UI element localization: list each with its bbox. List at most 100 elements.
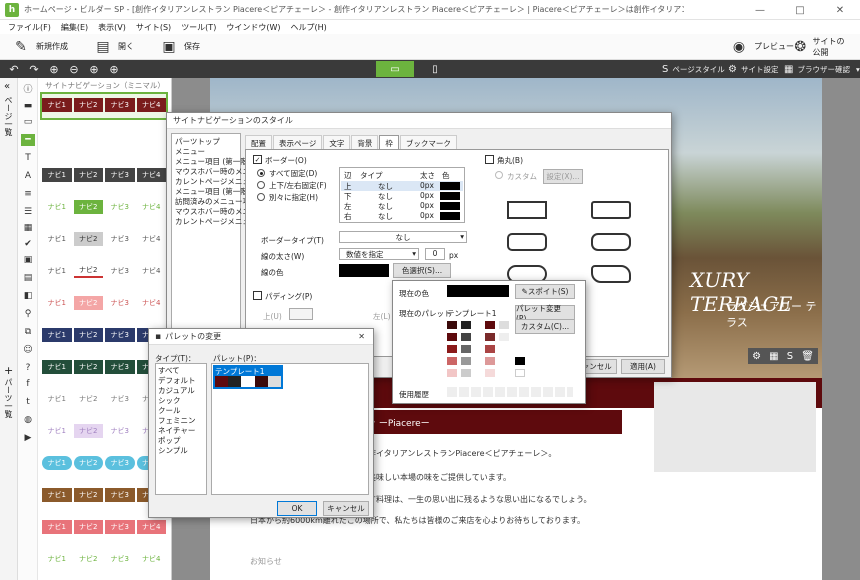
color-swatch[interactable]	[461, 369, 471, 377]
text-icon[interactable]: T	[21, 152, 35, 164]
nav-style-row[interactable]: ナビ1 ナビ2 ナビ3 ナビ4	[42, 296, 166, 310]
menu-view[interactable]: 表示(V)	[98, 22, 126, 33]
line-color-swatch[interactable]	[339, 264, 389, 277]
color-swatch[interactable]	[485, 333, 495, 341]
color-swatch[interactable]	[447, 321, 457, 329]
map-pin-icon[interactable]: ⚲	[21, 308, 35, 320]
color-swatch[interactable]	[499, 321, 509, 329]
list-icon[interactable]: ≡	[21, 188, 35, 200]
smartphone-view-button[interactable]: ▯	[416, 61, 454, 77]
line-icon[interactable]: ◍	[21, 414, 35, 426]
zoom-in-icon[interactable]: ⊕	[48, 63, 60, 76]
color-select-button[interactable]: 色選択(S)...	[393, 263, 451, 278]
corner-style-large[interactable]	[591, 233, 631, 251]
color-swatch[interactable]	[485, 369, 495, 377]
undo-icon[interactable]: ↶	[8, 63, 20, 76]
padding-checkbox[interactable]	[253, 291, 262, 300]
color-swatch[interactable]	[461, 345, 471, 353]
corner-style-small[interactable]	[591, 201, 631, 219]
corner-style-square[interactable]	[507, 201, 547, 219]
nav-style-row[interactable]: ナビ1 ナビ2 ナビ3 ナビ4	[42, 552, 166, 566]
nav-style-row[interactable]: ナビ1 ナビ2 ナビ3 ナビ4	[42, 520, 166, 534]
twitter-icon[interactable]: t	[21, 396, 35, 408]
menu-window[interactable]: ウインドウ(W)	[226, 22, 280, 33]
individual-radio[interactable]	[257, 193, 265, 201]
nav-style-row[interactable]: ナビ1 ナビ2 ナビ3 ナビ4	[42, 232, 166, 246]
ok-button[interactable]: OK	[277, 501, 317, 516]
nav-split-icon[interactable]: ▭	[21, 116, 35, 128]
change-palette-button[interactable]: パレット変更(P)...	[515, 304, 575, 323]
publish-button[interactable]: ❂ サイトの公開	[794, 36, 846, 58]
bullet-list-icon[interactable]: ☰	[21, 206, 35, 218]
menu-edit[interactable]: 編集(E)	[61, 22, 88, 33]
corner-style-medium[interactable]	[507, 233, 547, 251]
nav-bar-icon[interactable]: ▬	[21, 100, 35, 112]
facebook-icon[interactable]: f	[21, 378, 35, 390]
border-table[interactable]: 辺 タイプ 太さ 色 上 なし 0px 下 なし 0px 左 なし 0px 右 …	[339, 167, 465, 223]
color-swatch[interactable]	[447, 357, 457, 365]
youtube-icon[interactable]: ▶	[21, 432, 35, 444]
browser-check-button[interactable]: ▦ ブラウザー確認 ▾	[784, 60, 860, 78]
top-bottom-radio[interactable]	[257, 181, 265, 189]
color-swatch[interactable]	[515, 357, 525, 365]
image-gallery-icon[interactable]: ▤	[21, 272, 35, 284]
copy-icon[interactable]: ⧉	[21, 326, 35, 338]
history-swatches[interactable]	[447, 387, 573, 397]
trash-icon[interactable]: 🗑	[801, 351, 814, 362]
selected-palette[interactable]: テンプレート1	[213, 365, 283, 389]
custom-color-button[interactable]: カスタム(C)...	[515, 319, 575, 334]
preview-button[interactable]: ◉ プレビュー	[730, 39, 794, 55]
save-button[interactable]: ▣ 保存	[160, 39, 200, 55]
type-list[interactable]: すべて デフォルト カジュアル シック クール フェミニン ネイチャー ポップ …	[155, 363, 207, 495]
color-swatch[interactable]	[447, 369, 457, 377]
corner-settings-button[interactable]: 設定(X)...	[543, 169, 583, 184]
corner-style-mixed[interactable]	[591, 265, 631, 283]
menu-file[interactable]: ファイル(F)	[8, 22, 51, 33]
color-swatch[interactable]	[447, 333, 457, 341]
nav-style-row[interactable]: ナビ1 ナビ2 ナビ3 ナビ4	[42, 168, 166, 182]
ad-icon[interactable]: A	[21, 170, 35, 182]
pad-top-input[interactable]	[289, 308, 313, 320]
color-swatch[interactable]	[485, 357, 495, 365]
page-list-tab[interactable]: ページ一覧	[3, 96, 14, 136]
grid-icon[interactable]: ▦	[769, 351, 778, 362]
close-icon[interactable]: ✕	[358, 332, 365, 341]
border-checkbox[interactable]: ✓	[253, 155, 262, 164]
corner-checkbox[interactable]	[485, 155, 494, 164]
menu-site[interactable]: サイト(S)	[136, 22, 171, 33]
info-icon[interactable]: ⓘ	[21, 82, 35, 95]
border-type-select[interactable]: なし ▾	[339, 231, 467, 243]
collapse-icon[interactable]: «	[4, 81, 10, 92]
nav-style-row[interactable]: ナビ1 ナビ2 ナビ3 ナビ4	[42, 200, 166, 214]
gear-icon[interactable]: ⚙	[752, 351, 761, 362]
menu-tools[interactable]: ツール(T)	[181, 22, 216, 33]
new-button[interactable]: ✎ 新規作成	[12, 39, 68, 55]
zoom-reset-icon[interactable]: ⊕	[108, 63, 120, 76]
check-icon[interactable]: ✔	[21, 238, 35, 250]
line-width-stepper[interactable]: 0	[425, 248, 445, 260]
color-swatch[interactable]	[461, 357, 471, 365]
site-settings-button[interactable]: ⚙ サイト設定	[728, 60, 778, 78]
style-icon[interactable]: S	[787, 351, 793, 362]
nav-style-row[interactable]: ナビ1 ナビ2 ナビ3 ナビ4	[42, 264, 166, 278]
color-swatch[interactable]	[499, 333, 509, 341]
plus-icon[interactable]: +	[4, 364, 13, 377]
zoom-out-icon[interactable]: ⊖	[68, 63, 80, 76]
site-nav-icon[interactable]: ━	[21, 134, 35, 146]
slideshow-icon[interactable]: ◧	[21, 290, 35, 302]
nav-style-row[interactable]: ナビ1 ナビ2 ナビ3 ナビ4	[42, 98, 166, 112]
open-button[interactable]: ▤ 開く	[94, 39, 134, 55]
pc-view-button[interactable]: ▭	[376, 61, 414, 77]
minimize-button[interactable]: —	[740, 0, 780, 20]
color-swatch[interactable]	[447, 345, 457, 353]
parts-list-tab[interactable]: パーツ一覧	[3, 378, 14, 418]
eyedropper-button[interactable]: ✎ スポイト(S)	[515, 284, 575, 299]
color-swatch[interactable]	[515, 369, 525, 377]
menu-help[interactable]: ヘルプ(H)	[290, 22, 326, 33]
color-swatch[interactable]	[485, 345, 495, 353]
maximize-button[interactable]: □	[780, 0, 820, 20]
color-swatch[interactable]	[461, 333, 471, 341]
close-button[interactable]: ✕	[820, 0, 860, 20]
color-swatch[interactable]	[485, 321, 495, 329]
type-item[interactable]: シンプル	[158, 445, 188, 456]
